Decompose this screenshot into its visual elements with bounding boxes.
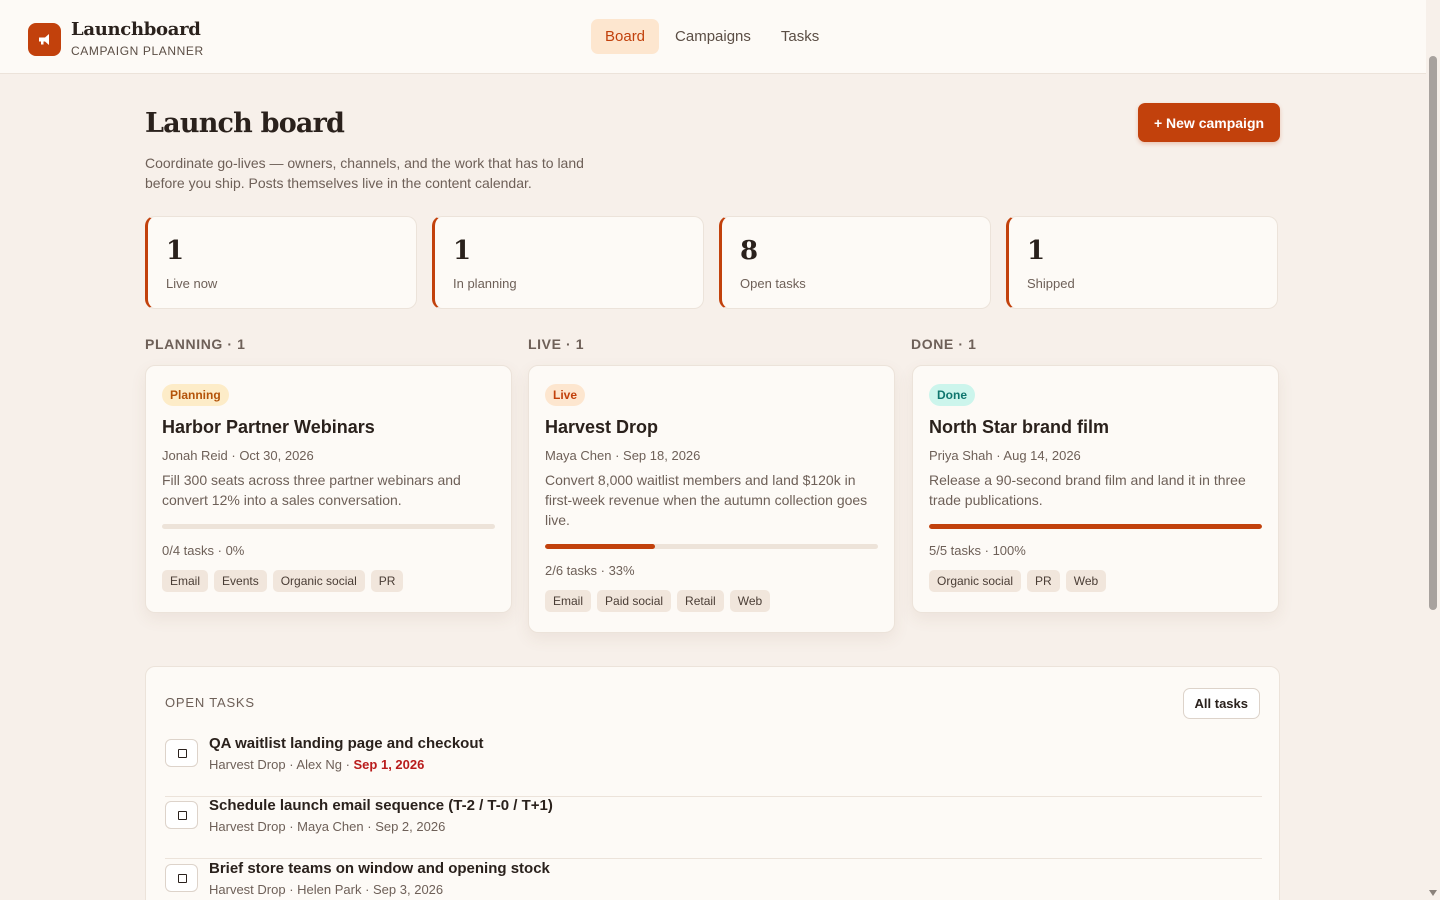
campaign-title[interactable]: Harbor Partner Webinars: [162, 416, 495, 438]
progress-text: 5/5 tasks · 100%: [929, 543, 1026, 558]
task-row[interactable]: Schedule launch email sequence (T-2 / T-…: [165, 797, 1262, 859]
checkbox-icon[interactable]: [165, 739, 198, 767]
progress-fill: [929, 524, 1262, 529]
progress-text: 0/4 tasks · 0%: [162, 543, 245, 558]
campaign-title[interactable]: North Star brand film: [929, 416, 1262, 438]
task-owner: Helen Park: [297, 882, 362, 897]
top-bar: Launchboard CAMPAIGN PLANNER Board Campa…: [0, 0, 1426, 74]
all-tasks-button[interactable]: All tasks: [1182, 688, 1260, 719]
stat-value: 1: [453, 236, 472, 266]
main-nav: Board Campaigns Tasks: [591, 19, 833, 54]
scrollbar-thumb[interactable]: [1429, 56, 1437, 610]
task-title[interactable]: QA waitlist landing page and checkout: [209, 735, 483, 752]
open-tasks-panel: OPEN TASKS All tasks QA waitlist landing…: [145, 666, 1280, 900]
progress-bar: [545, 544, 878, 549]
tab-board[interactable]: Board: [591, 19, 660, 54]
open-tasks-heading: OPEN TASKS: [165, 695, 255, 710]
scrollbar[interactable]: [1426, 0, 1440, 900]
stat-live-now: 1 Live now: [145, 216, 417, 309]
column-heading-planning: PLANNING · 1: [145, 336, 246, 352]
stat-shipped: 1 Shipped: [1006, 216, 1278, 309]
progress-bar: [162, 524, 495, 529]
checkbox-icon[interactable]: [165, 801, 198, 829]
stat-value: 8: [740, 236, 759, 266]
campaign-card[interactable]: Planning Harbor Partner Webinars Jonah R…: [145, 365, 512, 613]
progress-fill: [545, 544, 655, 549]
megaphone-icon: [28, 22, 61, 56]
tab-tasks[interactable]: Tasks: [767, 19, 833, 54]
channel-tags: Organic social PR Web: [929, 570, 1262, 612]
channel-tag: Organic social: [929, 570, 1022, 592]
stat-value: 1: [166, 236, 185, 266]
stat-open-tasks: 8 Open tasks: [719, 216, 991, 309]
stat-label: Live now: [166, 276, 218, 291]
channel-tag: Email: [545, 590, 592, 612]
channel-tag: Web: [729, 590, 771, 612]
progress-text: 2/6 tasks · 33%: [545, 563, 635, 578]
stat-value: 1: [1027, 236, 1046, 266]
status-badge: Done: [929, 384, 975, 406]
checkbox-icon[interactable]: [165, 864, 198, 892]
channel-tag: PR: [1027, 570, 1060, 592]
task-meta: Harvest Drop · Alex Ng · Sep 1, 2026: [209, 757, 425, 772]
status-badge: Planning: [162, 384, 229, 406]
campaign-description: Convert 8,000 waitlist members and land …: [545, 472, 868, 528]
task-title[interactable]: Brief store teams on window and opening …: [209, 860, 550, 877]
channel-tag: Retail: [677, 590, 724, 612]
campaign-card[interactable]: Live Harvest Drop Maya Chen · Sep 18, 20…: [528, 365, 895, 633]
channel-tags: Email Events Organic social PR: [162, 570, 495, 612]
page-title: Launch board: [145, 108, 345, 139]
scroll-down-icon[interactable]: [1429, 890, 1437, 896]
status-badge: Live: [545, 384, 586, 406]
app-subtitle: CAMPAIGN PLANNER: [71, 44, 204, 58]
channel-tag: Email: [162, 570, 209, 592]
tab-campaigns[interactable]: Campaigns: [661, 19, 765, 54]
channel-tag: Web: [1065, 570, 1107, 592]
task-row[interactable]: Brief store teams on window and opening …: [165, 860, 1262, 900]
page-description: Coordinate go-lives — owners, channels, …: [145, 155, 584, 191]
task-campaign: Harvest Drop: [209, 819, 286, 834]
task-due-date: Sep 1, 2026: [353, 757, 425, 772]
task-campaign: Harvest Drop: [209, 757, 286, 772]
channel-tag: PR: [370, 570, 404, 592]
channel-tag: Events: [214, 570, 267, 592]
campaign-description: Fill 300 seats across three partner webi…: [162, 472, 461, 508]
campaign-meta: Jonah Reid · Oct 30, 2026: [162, 448, 314, 463]
task-title[interactable]: Schedule launch email sequence (T-2 / T-…: [209, 797, 553, 814]
task-due-date: Sep 3, 2026: [373, 882, 444, 897]
channel-tag: Organic social: [272, 570, 365, 592]
task-owner: Alex Ng: [296, 757, 342, 772]
stat-in-planning: 1 In planning: [432, 216, 704, 309]
brand[interactable]: Launchboard CAMPAIGN PLANNER: [28, 20, 204, 58]
campaign-meta: Maya Chen · Sep 18, 2026: [545, 448, 701, 463]
app-name: Launchboard: [71, 19, 201, 40]
task-campaign: Harvest Drop: [209, 882, 286, 897]
stat-label: In planning: [453, 276, 517, 291]
progress-bar: [929, 524, 1262, 529]
new-campaign-button[interactable]: + New campaign: [1138, 103, 1280, 142]
task-row[interactable]: QA waitlist landing page and checkout Ha…: [165, 735, 1262, 797]
column-heading-done: DONE · 1: [911, 336, 977, 352]
stats-row: 1 Live now 1 In planning 8 Open tasks 1 …: [145, 216, 1278, 309]
stat-label: Open tasks: [740, 276, 806, 291]
campaign-meta: Priya Shah · Aug 14, 2026: [929, 448, 1081, 463]
stat-label: Shipped: [1027, 276, 1075, 291]
campaign-card[interactable]: Done North Star brand film Priya Shah · …: [912, 365, 1279, 613]
task-due-date: Sep 2, 2026: [375, 819, 446, 834]
channel-tags: Email Paid social Retail Web: [545, 590, 878, 632]
campaign-description: Release a 90-second brand film and land …: [929, 472, 1246, 508]
campaign-title[interactable]: Harvest Drop: [545, 416, 878, 438]
task-meta: Harvest Drop · Maya Chen · Sep 2, 2026: [209, 819, 446, 834]
task-meta: Harvest Drop · Helen Park · Sep 3, 2026: [209, 882, 444, 897]
column-heading-live: LIVE · 1: [528, 336, 585, 352]
task-owner: Maya Chen: [297, 819, 364, 834]
channel-tag: Paid social: [597, 590, 672, 612]
